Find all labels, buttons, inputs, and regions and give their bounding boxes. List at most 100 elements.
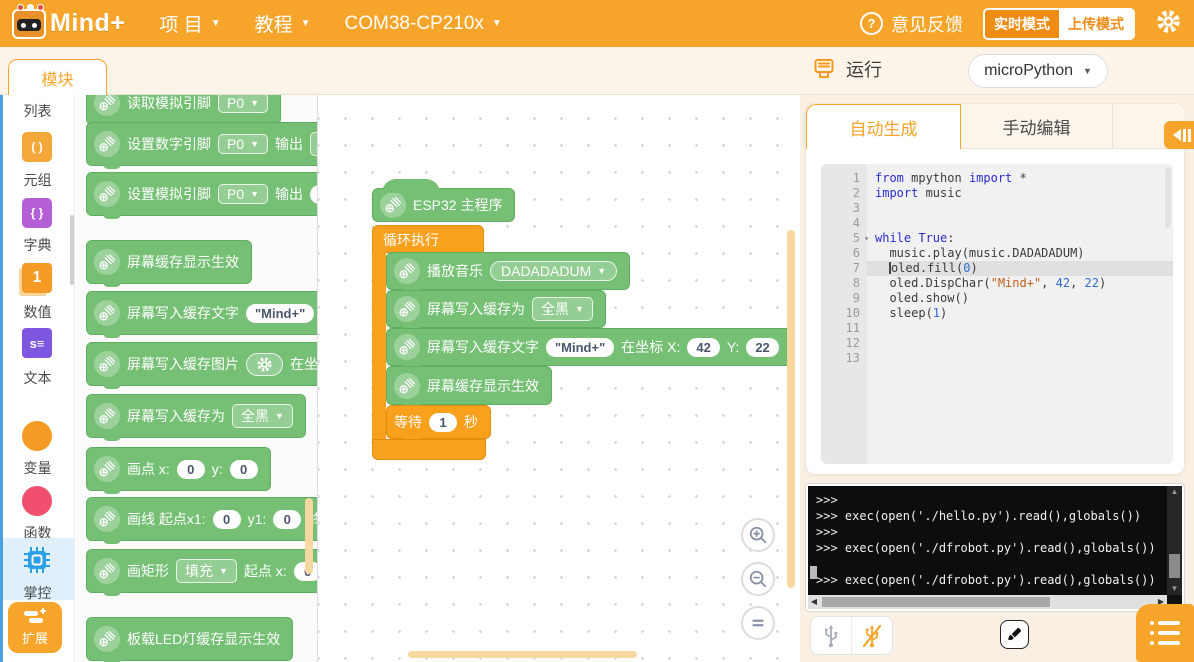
terminal-menu-button[interactable] [1136,604,1194,662]
block-value-input[interactable]: 22 [746,338,778,357]
canvas-horizontal-scrollbar[interactable] [408,651,637,658]
block-value-input[interactable]: 1 [429,413,457,432]
block-dropdown[interactable]: DADADADUM▼ [490,261,617,281]
block-value-input[interactable]: "Mind+" [246,304,314,323]
block-screen-fill[interactable]: 屏幕写入缓存为全黑▼ [86,394,306,438]
scroll-down-icon[interactable]: ▼ [1167,583,1182,595]
code-editor[interactable]: 1from mpython import *2import music345▾w… [821,164,1173,464]
block-image-gear[interactable] [246,353,283,376]
touch-hand-icon [94,351,120,377]
block-set-digital-pin[interactable]: 设置数字引脚 P0▼ 输出低▼ [86,122,318,166]
usb-disconnect-button[interactable] [852,617,892,654]
block-dropdown[interactable]: P0▼ [218,184,268,204]
block-wait-seconds[interactable]: 等待1秒 [386,405,491,439]
hamburger-icon [1150,621,1180,625]
sidebar-item-text[interactable]: 文本 [0,368,75,388]
dict-icon[interactable]: { } [22,198,52,228]
code-panel: 自动生成 手动编辑 1from mpython import *2import … [800,95,1194,662]
block-value-input[interactable]: 0 [177,460,205,479]
text-icon[interactable]: s≡ [22,328,52,358]
block-screen-write-text[interactable]: 屏幕写入缓存文字"Mind+" [86,291,318,335]
block-label: 设置数字引脚 [127,134,211,154]
zoom-in-button[interactable] [741,518,775,552]
block-value-input[interactable]: 0 [273,510,301,529]
tab-manual-edit[interactable]: 手动编辑 [961,104,1113,149]
touch-hand-icon [94,506,120,532]
app-logo[interactable]: Mind+ [12,9,125,39]
block-label: 屏幕写入缓存图片 [127,354,239,374]
block-dropdown[interactable]: 全黑▼ [532,297,593,321]
block-dropdown[interactable]: P0▼ [218,134,268,154]
upload-mode-button[interactable]: 上传模式 [1059,10,1133,38]
realtime-mode-button[interactable]: 实时模式 [985,10,1059,38]
scroll-left-icon[interactable]: ◀ [808,595,820,609]
block-value-input[interactable]: "Mind+" [546,338,614,357]
settings-gear-icon[interactable] [1155,8,1182,40]
zoom-out-button[interactable] [741,562,775,596]
zoom-reset-button[interactable] [741,606,775,640]
terminal-output[interactable]: >>> >>> exec(open('./hello.py').read(),g… [808,486,1167,595]
sidebar-item-dict[interactable]: 字典 [0,235,75,255]
block-esp32-main[interactable]: ESP32 主程序 [372,188,515,222]
block-value-input[interactable]: 42 [687,338,719,357]
workspace-canvas[interactable]: ESP32 主程序 循环执行 播放音乐DADADADUM▼屏幕写入缓存为全黑▼屏… [318,95,800,662]
tab-modules[interactable]: 模块 [8,59,107,96]
menu-project[interactable]: 项 目▼ [159,10,220,37]
editor-scrollbar[interactable] [1165,168,1171,228]
usb-icon [819,623,843,649]
clear-terminal-button[interactable] [1000,620,1029,649]
function-icon[interactable] [22,486,52,516]
block-play-music[interactable]: 播放音乐DADADADUM▼ [386,252,630,290]
menu-serial-port[interactable]: COM38-CP210x▼ [345,10,502,37]
terminal-vertical-scrollbar[interactable]: ▲ ▼ [1167,486,1182,595]
block-screen-fill[interactable]: 屏幕写入缓存为全黑▼ [386,290,606,328]
block-label: 等待 [394,412,422,432]
block-read-analog-pin[interactable]: 读取模拟引脚P0▼ [86,95,281,125]
block-screen-show[interactable]: 屏幕缓存显示生效 [386,366,552,405]
block-screen-write-image[interactable]: 屏幕写入缓存图片在坐标 [86,342,318,386]
block-value-input[interactable]: 0 [213,510,241,529]
chevron-down-icon: ▼ [301,19,311,29]
block-label: 屏幕缓存显示生效 [127,252,239,272]
block-screen-write-text[interactable]: 屏幕写入缓存文字"Mind+"在坐标 X:42Y:22 [386,328,792,366]
code-line: 4 [821,216,1173,231]
block-led-show[interactable]: 板载LED灯缓存显示生效 [86,617,293,661]
palette-scrollbar[interactable] [305,498,313,574]
block-label: 输出 [275,134,303,154]
scroll-up-icon[interactable]: ▲ [1167,486,1182,498]
block-dropdown[interactable]: 填充▼ [176,559,237,583]
terminal-horizontal-scrollbar[interactable]: ◀ ▶ [808,595,1167,609]
canvas-vertical-scrollbar[interactable] [787,230,795,588]
language-select[interactable]: microPython▼ [968,54,1108,88]
block-screen-show[interactable]: 屏幕缓存显示生效 [86,240,252,284]
tuple-icon[interactable]: ( ) [22,132,52,162]
question-icon: ? [860,12,883,35]
menu-tutorial[interactable]: 教程▼ [255,10,311,37]
block-draw-rect[interactable]: 画矩形填充▼起点 x:0 [86,549,318,593]
sidebar-item-tuple[interactable]: 元组 [0,170,75,190]
block-dropdown[interactable]: P0▼ [218,95,268,113]
tab-auto-generate[interactable]: 自动生成 [806,104,961,149]
block-dropdown[interactable]: 全黑▼ [232,404,293,428]
run-button[interactable]: 运行 [812,56,882,82]
block-dropdown[interactable]: 低▼ [310,132,318,156]
extension-button[interactable]: 扩展 [8,602,62,653]
block-draw-point[interactable]: 画点 x:0y:0 [86,447,271,491]
block-loop-forever[interactable]: 循环执行 [372,225,484,253]
block-set-analog-pin[interactable]: 设置模拟引脚P0▼输出6 [86,172,318,216]
collapse-panel-button[interactable] [1164,121,1194,149]
number-icon[interactable]: 1 [22,263,52,293]
block-draw-line[interactable]: 画线 起点x1:0y1:0终点x2: [86,497,318,541]
code-line: 2import music [821,186,1173,201]
sidebar-item-number[interactable]: 数值 [0,302,75,322]
sidebar-item-board[interactable]: 掌控 [0,583,75,603]
sidebar-item-variable[interactable]: 变量 [0,458,75,478]
usb-connect-button[interactable] [811,617,852,654]
block-value-input[interactable]: 6 [310,185,318,204]
block-value-input[interactable]: 0 [230,460,258,479]
variable-icon[interactable] [22,421,52,451]
feedback-button[interactable]: ? 意见反馈 [860,11,963,37]
board-chip-icon[interactable] [22,545,52,575]
sidebar-item-list[interactable]: 列表 [0,101,75,121]
sidebar-scrollbar[interactable] [70,215,74,285]
